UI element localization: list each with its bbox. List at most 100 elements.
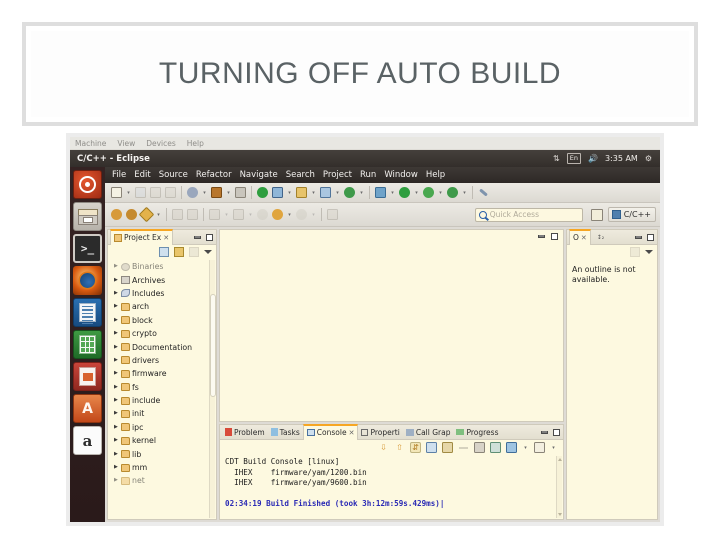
profile-icon[interactable] bbox=[374, 186, 387, 199]
tab-tasks[interactable]: Tasks bbox=[268, 425, 303, 439]
minimize-icon[interactable] bbox=[194, 235, 201, 239]
focus-icon[interactable] bbox=[189, 247, 199, 257]
volume-icon[interactable]: 🔊 bbox=[588, 154, 598, 163]
open-resource-icon[interactable] bbox=[125, 208, 138, 221]
launcher-item-terminal[interactable]: >_ bbox=[73, 234, 102, 263]
run-last-dropdown-icon[interactable]: ▾ bbox=[413, 190, 420, 196]
keyboard-layout-indicator[interactable]: En bbox=[566, 153, 581, 164]
tree-item-drivers[interactable]: ▶ drivers bbox=[108, 354, 216, 367]
scrollbar-thumb[interactable] bbox=[210, 293, 216, 397]
maximize-icon[interactable] bbox=[553, 428, 560, 436]
tree-item-documentation[interactable]: ▶ Documentation bbox=[108, 340, 216, 353]
tree-item-fs[interactable]: ▶ fs bbox=[108, 381, 216, 394]
run-last-icon[interactable] bbox=[398, 186, 411, 199]
menu-navigate[interactable]: Navigate bbox=[240, 170, 278, 180]
vbox-menu-devices[interactable]: Devices bbox=[146, 139, 176, 148]
network-updown-icon[interactable]: ⇅ bbox=[553, 154, 560, 163]
search-input[interactable]: Quick Access bbox=[474, 207, 583, 222]
tab-call-graph[interactable]: Call Grap bbox=[403, 425, 454, 439]
scroll-lock-icon[interactable]: ⇵ bbox=[410, 442, 421, 453]
new-console-dropdown-icon[interactable]: ▾ bbox=[550, 445, 557, 451]
quick-fix-dropdown-icon[interactable]: ▾ bbox=[155, 212, 162, 218]
bookmark-dropdown-icon[interactable]: ▾ bbox=[247, 212, 254, 218]
expand-arrow-icon[interactable]: ▶ bbox=[114, 304, 119, 309]
external-tools-icon[interactable] bbox=[295, 186, 308, 199]
tree-item-archives[interactable]: ▶ Archives bbox=[108, 273, 216, 286]
minimize-icon[interactable] bbox=[635, 235, 642, 239]
vbox-menu-view[interactable]: View bbox=[117, 139, 135, 148]
vbox-menu-machine[interactable]: Machine bbox=[75, 139, 106, 148]
project-tree[interactable]: ▶ Binaries ▶ Archives ▶ Includes ▶ arch ▶ block ▶ c… bbox=[108, 259, 216, 519]
menu-search[interactable]: Search bbox=[286, 170, 315, 180]
tree-item-firmware[interactable]: ▶ firmware bbox=[108, 367, 216, 380]
close-icon[interactable]: ✕ bbox=[163, 234, 169, 242]
menu-file[interactable]: File bbox=[112, 170, 126, 180]
print-icon[interactable] bbox=[164, 186, 177, 199]
scroll-up-icon[interactable]: ⇧ bbox=[394, 442, 405, 453]
display-console-icon[interactable] bbox=[506, 442, 517, 453]
bookmark-icon[interactable] bbox=[232, 208, 245, 221]
launcher-item-ubuntu-dash[interactable] bbox=[73, 170, 102, 199]
tree-item-block[interactable]: ▶ block bbox=[108, 314, 216, 327]
build-all-dropdown-icon[interactable]: ▾ bbox=[201, 190, 208, 196]
link-with-editor-icon[interactable] bbox=[174, 247, 184, 257]
save-all-icon[interactable] bbox=[149, 186, 162, 199]
tree-item-kernel[interactable]: ▶ kernel bbox=[108, 434, 216, 447]
menu-edit[interactable]: Edit bbox=[134, 170, 150, 180]
scroll-up-arrow-icon[interactable] bbox=[558, 458, 562, 461]
debug-dropdown-icon[interactable]: ▾ bbox=[286, 190, 293, 196]
open-element-dropdown-icon[interactable]: ▾ bbox=[358, 190, 365, 196]
tree-item-ipc[interactable]: ▶ ipc bbox=[108, 421, 216, 434]
tree-item-crypto[interactable]: ▶ crypto bbox=[108, 327, 216, 340]
forward-icon[interactable] bbox=[271, 208, 284, 221]
last-edit-dropdown-icon[interactable]: ▾ bbox=[223, 212, 230, 218]
expand-arrow-icon[interactable]: ▶ bbox=[114, 451, 119, 457]
tree-item-include[interactable]: ▶ include bbox=[108, 394, 216, 407]
tree-item-arch[interactable]: ▶ arch bbox=[108, 300, 216, 313]
maximize-icon[interactable] bbox=[551, 233, 558, 240]
tab-outline[interactable]: O ✕ bbox=[569, 228, 591, 245]
launcher-item-firefox[interactable] bbox=[73, 266, 102, 295]
outline-filter-icon[interactable] bbox=[630, 247, 640, 257]
project-tree-scrollbar[interactable] bbox=[209, 260, 216, 518]
next-annotation-icon[interactable] bbox=[186, 208, 199, 221]
launcher-item-software-center[interactable]: A bbox=[73, 394, 102, 423]
editor-area[interactable] bbox=[219, 229, 564, 422]
tree-item-init[interactable]: ▶ init bbox=[108, 407, 216, 420]
prev-annotation-icon[interactable] bbox=[171, 208, 184, 221]
word-wrap-icon[interactable] bbox=[458, 442, 469, 453]
tab-project-explorer[interactable]: Project Ex ✕ bbox=[110, 228, 174, 245]
expand-arrow-icon[interactable]: ▶ bbox=[114, 344, 119, 350]
expand-arrow-icon[interactable]: ▶ bbox=[114, 371, 119, 376]
history-dropdown-icon[interactable]: ▾ bbox=[310, 212, 317, 218]
tab-progress[interactable]: Progress bbox=[453, 425, 501, 439]
sort-icon[interactable]: ↕₂ bbox=[597, 234, 604, 241]
expand-arrow-icon[interactable]: ▶ bbox=[114, 277, 119, 283]
pin-console-icon[interactable] bbox=[490, 442, 501, 453]
new-file-dropdown-icon[interactable]: ▾ bbox=[125, 190, 132, 196]
tree-item-net[interactable]: ▶ net bbox=[108, 474, 216, 487]
open-perspective-icon[interactable] bbox=[590, 208, 603, 221]
profile-dropdown-icon[interactable]: ▾ bbox=[389, 190, 396, 196]
clock-indicator[interactable]: 3:35 AM bbox=[605, 154, 638, 163]
scroll-down-icon[interactable]: ⇩ bbox=[378, 442, 389, 453]
expand-arrow-icon[interactable]: ▶ bbox=[114, 317, 119, 323]
launcher-item-libreoffice-writer[interactable] bbox=[73, 298, 102, 327]
tab-problems[interactable]: Problem bbox=[222, 425, 268, 439]
expand-arrow-icon[interactable]: ▶ bbox=[114, 438, 119, 443]
tab-console[interactable]: Console ✕ bbox=[302, 423, 359, 440]
scroll-down-arrow-icon[interactable] bbox=[558, 513, 562, 516]
menu-refactor[interactable]: Refactor bbox=[196, 170, 232, 180]
quick-fix-icon[interactable] bbox=[138, 206, 155, 223]
console-output[interactable]: CDT Build Console [linux] IHEX firmware/… bbox=[220, 455, 563, 519]
expand-arrow-icon[interactable]: ▶ bbox=[114, 424, 119, 430]
tree-item-lib[interactable]: ▶ lib bbox=[108, 447, 216, 460]
expand-arrow-icon[interactable]: ▶ bbox=[114, 357, 119, 363]
new-c-file-icon[interactable] bbox=[319, 186, 332, 199]
external-tools-dropdown-icon[interactable]: ▾ bbox=[310, 190, 317, 196]
expand-arrow-icon[interactable]: ▶ bbox=[114, 411, 119, 416]
back-icon[interactable] bbox=[256, 208, 269, 221]
launcher-item-files[interactable] bbox=[73, 202, 102, 231]
close-icon[interactable]: ✕ bbox=[581, 234, 587, 242]
build-hammer-icon[interactable] bbox=[210, 186, 223, 199]
